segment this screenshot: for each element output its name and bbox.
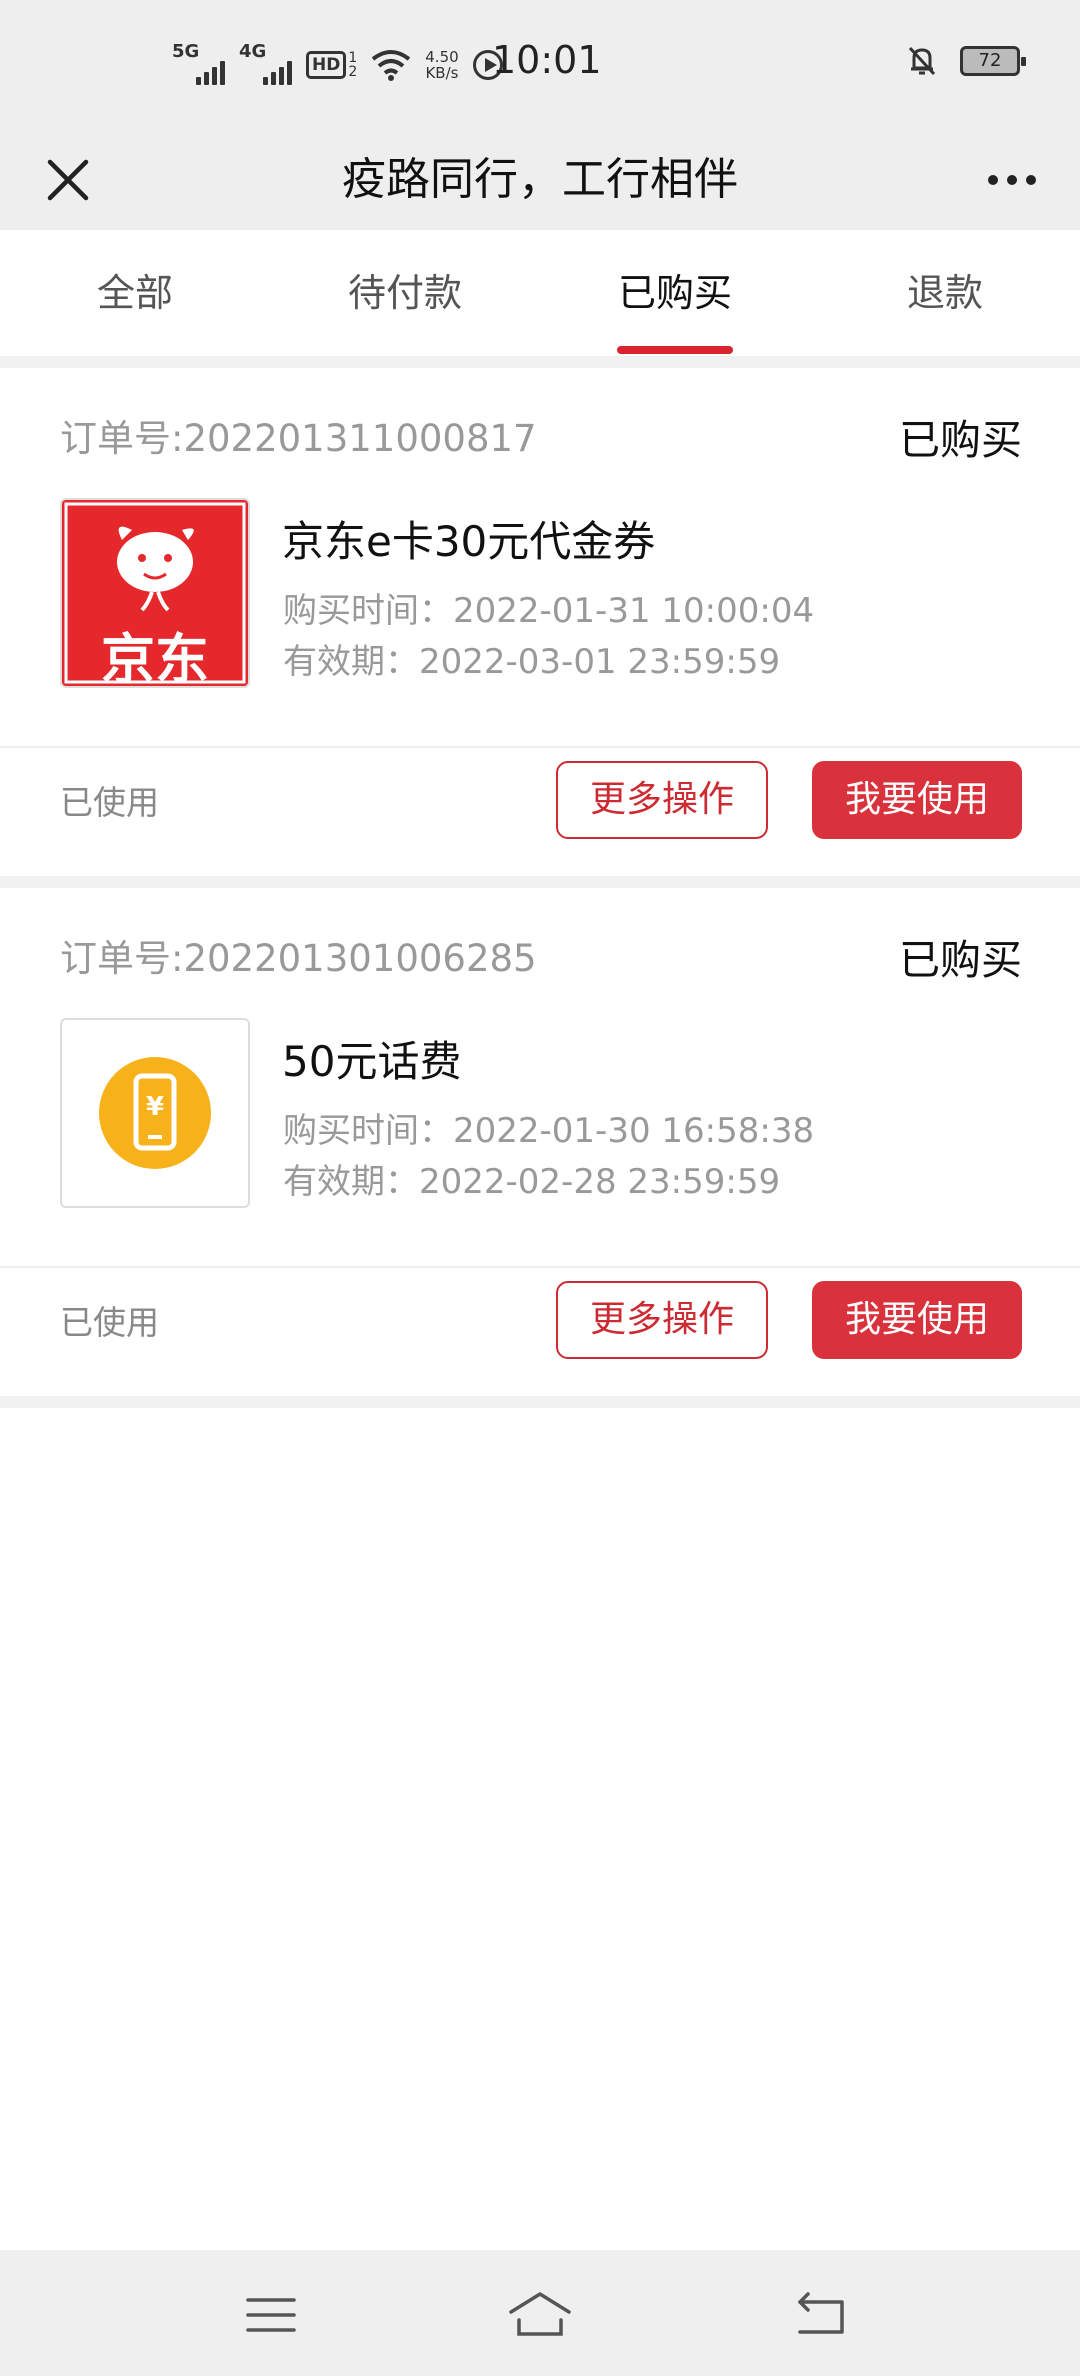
valid-until: 有效期：2022-02-28 23:59:59	[283, 1162, 781, 1202]
tab-all[interactable]: 全部	[0, 230, 270, 356]
status-time: 10:01	[492, 38, 602, 82]
divider-band	[0, 876, 1080, 888]
product-title[interactable]: 50元话费	[282, 1028, 461, 1089]
use-now-button[interactable]: 我要使用	[812, 1281, 1022, 1359]
jd-logo-image[interactable]: 京东	[60, 498, 250, 688]
more-dots-icon	[988, 175, 998, 185]
usage-state: 已使用	[60, 783, 159, 822]
usage-state: 已使用	[60, 1303, 159, 1342]
screen: 5G 4G HD 1 2 4.50 KB/s 10:01 72 疫路同行，工行相…	[0, 0, 1080, 2376]
home-icon	[509, 2292, 571, 2336]
close-icon	[47, 159, 89, 201]
signal-4g-icon: 4G	[239, 41, 292, 85]
menu-button[interactable]	[236, 2280, 306, 2350]
home-button[interactable]	[505, 2280, 575, 2350]
card-divider	[0, 746, 1080, 748]
close-button[interactable]	[30, 142, 106, 218]
order-status: 已购买	[899, 416, 1022, 464]
more-dot	[1026, 175, 1036, 185]
order-number: 订单号:202201311000817	[60, 417, 537, 460]
hd-label: HD	[306, 51, 347, 79]
status-right: 72	[906, 44, 1026, 78]
more-dot	[1007, 175, 1017, 185]
product-title[interactable]: 京东e卡30元代金券	[282, 508, 655, 569]
jd-logo-text: 京东	[101, 628, 209, 688]
network-speed: 4.50 KB/s	[425, 49, 458, 81]
wifi-icon	[372, 50, 411, 81]
purchase-time: 购买时间：2022-01-31 10:00:04	[283, 591, 815, 631]
network-4g-label: 4G	[239, 41, 267, 62]
title-bar: 疫路同行，工行相伴	[0, 130, 1080, 230]
system-nav-bar	[0, 2250, 1080, 2376]
order-number: 订单号:202201301006285	[60, 937, 537, 980]
menu-icon	[246, 2298, 296, 2332]
use-now-button[interactable]: 我要使用	[812, 761, 1022, 839]
speed-value: 4.50	[425, 48, 459, 66]
more-actions-button[interactable]: 更多操作	[556, 1281, 768, 1359]
speed-unit: KB/s	[425, 64, 459, 82]
page-title: 疫路同行，工行相伴	[342, 154, 738, 205]
valid-until: 有效期：2022-03-01 23:59:59	[283, 642, 781, 682]
hd-icon: HD 1 2	[306, 51, 357, 79]
yuan-symbol: ¥	[145, 1092, 165, 1122]
phone-credit-image[interactable]: ¥	[60, 1018, 250, 1208]
card-divider	[0, 1266, 1080, 1268]
divider-band	[0, 1396, 1080, 1408]
order-card: 订单号:202201301006285 已购买 ¥ 50元话费 购买时间：202…	[0, 888, 1080, 1396]
battery-level: 72	[978, 50, 1002, 71]
more-button[interactable]	[974, 142, 1050, 218]
status-left: 5G 4G HD 1 2 4.50 KB/s	[172, 41, 503, 88]
back-icon	[798, 2292, 844, 2334]
divider-band	[0, 356, 1080, 368]
network-5g-label: 5G	[172, 41, 200, 62]
back-button[interactable]	[786, 2280, 856, 2350]
signal-5g-icon: 5G	[172, 41, 225, 85]
order-card: 订单号:202201311000817 已购买 京东 京东e卡30元代金券 购买…	[0, 368, 1080, 876]
hd-slot-top: 1	[348, 50, 358, 66]
order-tabs: 全部 待付款 已购买 退款	[0, 230, 1080, 356]
bell-off-icon	[908, 46, 936, 76]
tab-refund[interactable]: 退款	[810, 230, 1080, 356]
tab-purchased[interactable]: 已购买	[540, 230, 810, 356]
order-status: 已购买	[899, 936, 1022, 984]
tab-pending-payment[interactable]: 待付款	[270, 230, 540, 356]
battery-icon: 72	[960, 46, 1026, 76]
status-bar: 5G 4G HD 1 2 4.50 KB/s 10:01 72	[0, 0, 1080, 130]
hd-slot-bottom: 2	[348, 64, 358, 80]
purchase-time: 购买时间：2022-01-30 16:58:38	[283, 1111, 815, 1151]
more-actions-button[interactable]: 更多操作	[556, 761, 768, 839]
